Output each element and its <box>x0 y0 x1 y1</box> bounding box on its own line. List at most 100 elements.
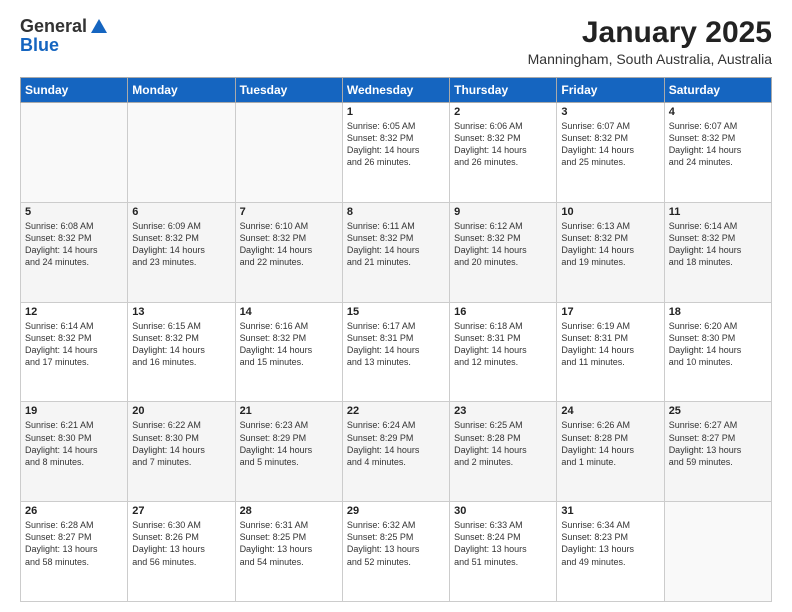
calendar-cell <box>128 103 235 203</box>
day-number: 2 <box>454 106 552 118</box>
day-info: Sunrise: 6:05 AMSunset: 8:32 PMDaylight:… <box>347 120 445 169</box>
calendar-cell: 24Sunrise: 6:26 AMSunset: 8:28 PMDayligh… <box>557 402 664 502</box>
calendar-cell: 2 Sunrise: 6:06 AMSunset: 8:32 PMDaylight… <box>450 103 557 203</box>
day-number: 19 <box>25 405 123 417</box>
day-info: Sunrise: 6:12 AMSunset: 8:32 PMDaylight:… <box>454 220 552 269</box>
calendar-cell: 9 Sunrise: 6:12 AMSunset: 8:32 PMDaylight… <box>450 202 557 302</box>
day-info: Sunrise: 6:19 AMSunset: 8:31 PMDaylight:… <box>561 320 659 369</box>
day-number: 3 <box>561 106 659 118</box>
day-number: 12 <box>25 306 123 318</box>
calendar-cell <box>664 502 771 602</box>
weekday-header-friday: Friday <box>557 78 664 103</box>
calendar-cell: 30Sunrise: 6:33 AMSunset: 8:24 PMDayligh… <box>450 502 557 602</box>
day-number: 22 <box>347 405 445 417</box>
calendar-cell: 29 Sunrise: 6:32 AMSunset: 8:25 PMDayligh… <box>342 502 449 602</box>
calendar-cell: 1 Sunrise: 6:05 AMSunset: 8:32 PMDaylight… <box>342 103 449 203</box>
day-info: Sunrise: 6:28 AMSunset: 8:27 PMDaylight:… <box>25 519 123 568</box>
calendar-cell: 6 Sunrise: 6:09 AMSunset: 8:32 PMDaylight… <box>128 202 235 302</box>
calendar-week-row: 19 Sunrise: 6:21 AMSunset: 8:30 PMDayligh… <box>21 402 772 502</box>
day-info: Sunrise: 6:32 AMSunset: 8:25 PMDaylight:… <box>347 519 445 568</box>
day-info: Sunrise: 6:33 AMSunset: 8:24 PMDaylight:… <box>454 519 552 568</box>
logo-blue-text: Blue <box>20 35 59 56</box>
day-info: Sunrise: 6:15 AMSunset: 8:32 PMDaylight:… <box>132 320 230 369</box>
day-info: Sunrise: 6:23 AMSunset: 8:29 PMDaylight:… <box>240 419 338 468</box>
day-number: 15 <box>347 306 445 318</box>
day-number: 14 <box>240 306 338 318</box>
calendar-cell: 16 Sunrise: 6:18 AMSunset: 8:31 PMDayligh… <box>450 302 557 402</box>
day-number: 17 <box>561 306 659 318</box>
day-number: 1 <box>347 106 445 118</box>
calendar-cell: 19 Sunrise: 6:21 AMSunset: 8:30 PMDayligh… <box>21 402 128 502</box>
day-info: Sunrise: 6:24 AMSunset: 8:29 PMDaylight:… <box>347 419 445 468</box>
calendar-cell: 14 Sunrise: 6:16 AMSunset: 8:32 PMDayligh… <box>235 302 342 402</box>
calendar-cell: 10Sunrise: 6:13 AMSunset: 8:32 PMDayligh… <box>557 202 664 302</box>
calendar-week-row: 12 Sunrise: 6:14 AMSunset: 8:32 PMDayligh… <box>21 302 772 402</box>
calendar-cell: 27 Sunrise: 6:30 AMSunset: 8:26 PMDayligh… <box>128 502 235 602</box>
day-info: Sunrise: 6:30 AMSunset: 8:26 PMDaylight:… <box>132 519 230 568</box>
logo-icon <box>89 17 109 37</box>
day-info: Sunrise: 6:27 AMSunset: 8:27 PMDaylight:… <box>669 419 767 468</box>
day-info: Sunrise: 6:14 AMSunset: 8:32 PMDaylight:… <box>669 220 767 269</box>
weekday-header-sunday: Sunday <box>21 78 128 103</box>
day-number: 23 <box>454 405 552 417</box>
day-info: Sunrise: 6:11 AMSunset: 8:32 PMDaylight:… <box>347 220 445 269</box>
day-info: Sunrise: 6:21 AMSunset: 8:30 PMDaylight:… <box>25 419 123 468</box>
day-info: Sunrise: 6:16 AMSunset: 8:32 PMDaylight:… <box>240 320 338 369</box>
calendar-subtitle: Manningham, South Australia, Australia <box>528 51 772 67</box>
calendar-cell: 25 Sunrise: 6:27 AMSunset: 8:27 PMDayligh… <box>664 402 771 502</box>
calendar-cell: 23 Sunrise: 6:25 AMSunset: 8:28 PMDayligh… <box>450 402 557 502</box>
day-info: Sunrise: 6:18 AMSunset: 8:31 PMDaylight:… <box>454 320 552 369</box>
day-number: 4 <box>669 106 767 118</box>
day-number: 16 <box>454 306 552 318</box>
weekday-header-thursday: Thursday <box>450 78 557 103</box>
day-number: 5 <box>25 206 123 218</box>
day-info: Sunrise: 6:25 AMSunset: 8:28 PMDaylight:… <box>454 419 552 468</box>
day-number: 28 <box>240 505 338 517</box>
calendar-cell: 17 Sunrise: 6:19 AMSunset: 8:31 PMDayligh… <box>557 302 664 402</box>
calendar-cell <box>235 103 342 203</box>
day-number: 26 <box>25 505 123 517</box>
logo: General Blue <box>20 16 109 56</box>
day-info: Sunrise: 6:22 AMSunset: 8:30 PMDaylight:… <box>132 419 230 468</box>
day-info: Sunrise: 6:08 AMSunset: 8:32 PMDaylight:… <box>25 220 123 269</box>
day-number: 20 <box>132 405 230 417</box>
day-info: Sunrise: 6:09 AMSunset: 8:32 PMDaylight:… <box>132 220 230 269</box>
day-info: Sunrise: 6:06 AMSunset: 8:32 PMDaylight:… <box>454 120 552 169</box>
calendar-cell: 13Sunrise: 6:15 AMSunset: 8:32 PMDayligh… <box>128 302 235 402</box>
day-number: 9 <box>454 206 552 218</box>
day-number: 8 <box>347 206 445 218</box>
calendar-cell: 3 Sunrise: 6:07 AMSunset: 8:32 PMDaylight… <box>557 103 664 203</box>
calendar-cell: 8 Sunrise: 6:11 AMSunset: 8:32 PMDaylight… <box>342 202 449 302</box>
day-info: Sunrise: 6:07 AMSunset: 8:32 PMDaylight:… <box>669 120 767 169</box>
calendar-cell: 26 Sunrise: 6:28 AMSunset: 8:27 PMDayligh… <box>21 502 128 602</box>
calendar-cell: 12 Sunrise: 6:14 AMSunset: 8:32 PMDayligh… <box>21 302 128 402</box>
day-info: Sunrise: 6:07 AMSunset: 8:32 PMDaylight:… <box>561 120 659 169</box>
day-info: Sunrise: 6:10 AMSunset: 8:32 PMDaylight:… <box>240 220 338 269</box>
day-info: Sunrise: 6:31 AMSunset: 8:25 PMDaylight:… <box>240 519 338 568</box>
weekday-header-monday: Monday <box>128 78 235 103</box>
calendar-title: January 2025 <box>528 16 772 49</box>
weekday-header-saturday: Saturday <box>664 78 771 103</box>
page: General Blue January 2025 Manningham, So… <box>0 0 792 612</box>
day-number: 18 <box>669 306 767 318</box>
calendar-cell: 4 Sunrise: 6:07 AMSunset: 8:32 PMDaylight… <box>664 103 771 203</box>
calendar-cell: 7 Sunrise: 6:10 AMSunset: 8:32 PMDaylight… <box>235 202 342 302</box>
title-block: January 2025 Manningham, South Australia… <box>528 16 772 67</box>
day-number: 27 <box>132 505 230 517</box>
calendar-table: SundayMondayTuesdayWednesdayThursdayFrid… <box>20 77 772 602</box>
day-number: 10 <box>561 206 659 218</box>
calendar-week-row: 26 Sunrise: 6:28 AMSunset: 8:27 PMDayligh… <box>21 502 772 602</box>
calendar-cell: 15Sunrise: 6:17 AMSunset: 8:31 PMDayligh… <box>342 302 449 402</box>
calendar-cell: 28 Sunrise: 6:31 AMSunset: 8:25 PMDayligh… <box>235 502 342 602</box>
day-number: 31 <box>561 505 659 517</box>
day-number: 29 <box>347 505 445 517</box>
day-number: 7 <box>240 206 338 218</box>
header: General Blue January 2025 Manningham, So… <box>20 16 772 67</box>
day-number: 25 <box>669 405 767 417</box>
day-info: Sunrise: 6:14 AMSunset: 8:32 PMDaylight:… <box>25 320 123 369</box>
weekday-header-row: SundayMondayTuesdayWednesdayThursdayFrid… <box>21 78 772 103</box>
calendar-cell: 31Sunrise: 6:34 AMSunset: 8:23 PMDayligh… <box>557 502 664 602</box>
day-info: Sunrise: 6:20 AMSunset: 8:30 PMDaylight:… <box>669 320 767 369</box>
calendar-cell: 11Sunrise: 6:14 AMSunset: 8:32 PMDayligh… <box>664 202 771 302</box>
day-number: 6 <box>132 206 230 218</box>
